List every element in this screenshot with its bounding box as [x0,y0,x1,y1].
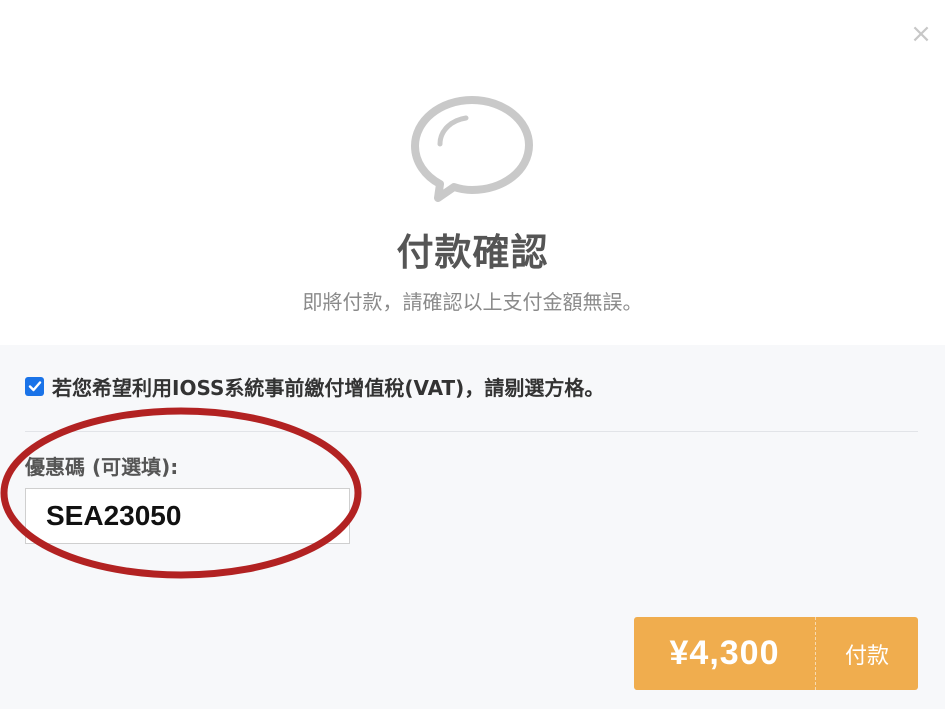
ioss-checkbox[interactable] [25,376,44,396]
section-divider [25,431,918,432]
dialog-header-section: × 付款確認 即將付款，請確認以上支付金額無誤。 [0,0,945,345]
close-icon[interactable]: × [909,21,933,47]
coupon-code-input[interactable] [25,488,350,544]
ioss-option-row: 若您希望利用IOSS系統事前繳付增值稅(VAT)，請剔選方格。 [25,372,604,401]
pay-button-label: 付款 [844,643,889,669]
payment-confirm-dialog: × 付款確認 即將付款，請確認以上支付金額無誤。 若您希望利用IOSS系統事前繳… [0,0,945,709]
speech-bubble-icon [411,96,533,202]
coupon-code-label: 優惠碼 (可選填): [25,455,179,479]
pay-button[interactable]: ¥4,300 付款 [634,617,918,690]
pay-amount: ¥4,300 [669,634,780,672]
ioss-checkbox-label[interactable]: 若您希望利用IOSS系統事前繳付增值稅(VAT)，請剔選方格。 [52,372,604,401]
dialog-subtitle: 即將付款，請確認以上支付金額無誤。 [302,290,643,314]
dialog-title: 付款確認 [396,231,549,274]
checkmark-icon [28,381,41,392]
